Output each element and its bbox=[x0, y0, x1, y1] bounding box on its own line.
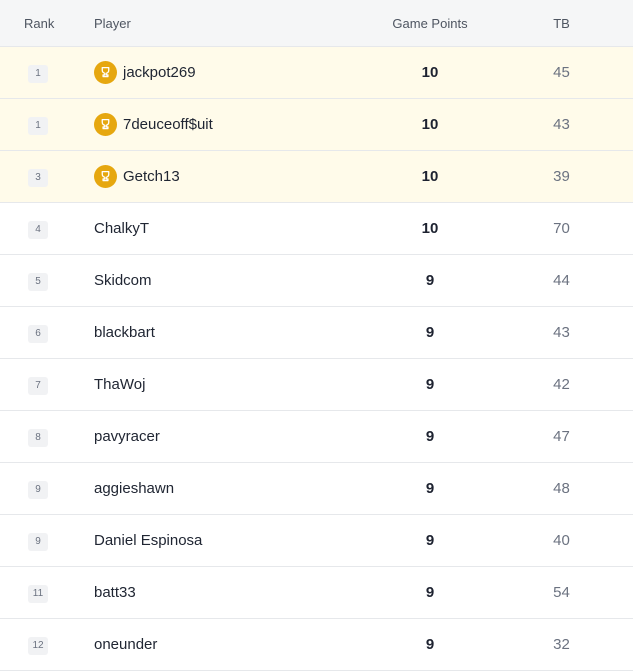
player-name[interactable]: blackbart bbox=[94, 324, 155, 341]
rank-badge: 5 bbox=[28, 272, 48, 291]
tb-cell: 44 bbox=[553, 272, 570, 289]
table-row[interactable]: 1 7deuceoff$uit 10 43 bbox=[0, 99, 633, 151]
player-name[interactable]: jackpot269 bbox=[123, 64, 196, 81]
player-name[interactable]: ChalkyT bbox=[94, 220, 149, 237]
game-points-cell: 9 bbox=[425, 584, 435, 601]
table-row[interactable]: 9 aggieshawn 9 48 bbox=[0, 463, 633, 515]
rank-badge: 1 bbox=[28, 116, 48, 135]
table-row[interactable]: 6 blackbart 9 43 bbox=[0, 307, 633, 359]
table-row[interactable]: 4 ChalkyT 10 70 bbox=[0, 203, 633, 255]
header-game-points[interactable]: Game Points bbox=[360, 16, 500, 31]
rank-badge: 6 bbox=[28, 324, 48, 343]
tb-cell: 43 bbox=[553, 324, 570, 341]
trophy-icon bbox=[94, 113, 117, 136]
game-points-cell: 9 bbox=[425, 532, 435, 549]
rank-badge: 9 bbox=[28, 480, 48, 499]
game-points-cell: 10 bbox=[421, 64, 439, 81]
header-rank[interactable]: Rank bbox=[0, 16, 78, 31]
rank-cell: 12 bbox=[0, 635, 78, 655]
tb-cell: 48 bbox=[553, 480, 570, 497]
rank-badge: 7 bbox=[28, 376, 48, 395]
table-row[interactable]: 11 batt33 9 54 bbox=[0, 567, 633, 619]
player-cell: pavyracer bbox=[78, 428, 360, 445]
table-header: Rank Player Game Points TB bbox=[0, 0, 633, 47]
table-body: 1 jackpot269 10 45 1 7deuceoff$uit 10 43 3 Getch1… bbox=[0, 47, 633, 671]
game-points-cell: 9 bbox=[425, 480, 435, 497]
header-tb[interactable]: TB bbox=[500, 16, 633, 31]
player-cell: blackbart bbox=[78, 324, 360, 341]
player-cell: ThaWoj bbox=[78, 376, 360, 393]
rank-cell: 5 bbox=[0, 271, 78, 291]
rank-badge: 12 bbox=[28, 636, 48, 655]
tb-cell: 40 bbox=[553, 532, 570, 549]
leaderboard-table: Rank Player Game Points TB 1 jackpot269 10… bbox=[0, 0, 633, 671]
trophy-icon bbox=[94, 165, 117, 188]
player-name[interactable]: Getch13 bbox=[123, 168, 180, 185]
player-cell: oneunder bbox=[78, 636, 360, 653]
tb-cell: 45 bbox=[553, 64, 570, 81]
rank-cell: 9 bbox=[0, 531, 78, 551]
player-name[interactable]: Daniel Espinosa bbox=[94, 532, 202, 549]
rank-cell: 3 bbox=[0, 167, 78, 187]
table-row[interactable]: 7 ThaWoj 9 42 bbox=[0, 359, 633, 411]
game-points-cell: 10 bbox=[421, 168, 439, 185]
game-points-cell: 9 bbox=[425, 376, 435, 393]
rank-badge: 9 bbox=[28, 532, 48, 551]
game-points-cell: 9 bbox=[425, 428, 435, 445]
game-points-cell: 10 bbox=[421, 116, 439, 133]
tb-cell: 42 bbox=[553, 376, 570, 393]
player-cell: aggieshawn bbox=[78, 480, 360, 497]
tb-cell: 39 bbox=[553, 168, 570, 185]
tb-cell: 32 bbox=[553, 636, 570, 653]
rank-cell: 7 bbox=[0, 375, 78, 395]
tb-cell: 43 bbox=[553, 116, 570, 133]
rank-badge: 4 bbox=[28, 220, 48, 239]
game-points-cell: 10 bbox=[421, 220, 439, 237]
player-name[interactable]: pavyracer bbox=[94, 428, 160, 445]
table-row[interactable]: 9 Daniel Espinosa 9 40 bbox=[0, 515, 633, 567]
rank-cell: 6 bbox=[0, 323, 78, 343]
rank-badge: 3 bbox=[28, 168, 48, 187]
tb-cell: 70 bbox=[553, 220, 570, 237]
rank-cell: 4 bbox=[0, 219, 78, 239]
rank-cell: 8 bbox=[0, 427, 78, 447]
table-row[interactable]: 8 pavyracer 9 47 bbox=[0, 411, 633, 463]
game-points-cell: 9 bbox=[425, 272, 435, 289]
tb-cell: 47 bbox=[553, 428, 570, 445]
player-cell: Skidcom bbox=[78, 272, 360, 289]
table-row[interactable]: 1 jackpot269 10 45 bbox=[0, 47, 633, 99]
player-cell: Getch13 bbox=[78, 165, 360, 188]
player-name[interactable]: oneunder bbox=[94, 636, 157, 653]
table-row[interactable]: 3 Getch13 10 39 bbox=[0, 151, 633, 203]
trophy-icon bbox=[94, 61, 117, 84]
game-points-cell: 9 bbox=[425, 636, 435, 653]
rank-cell: 1 bbox=[0, 115, 78, 135]
player-cell: jackpot269 bbox=[78, 61, 360, 84]
player-name[interactable]: aggieshawn bbox=[94, 480, 174, 497]
player-cell: ChalkyT bbox=[78, 220, 360, 237]
rank-badge: 1 bbox=[28, 64, 48, 83]
rank-badge: 11 bbox=[28, 584, 48, 603]
player-cell: Daniel Espinosa bbox=[78, 532, 360, 549]
rank-cell: 1 bbox=[0, 63, 78, 83]
table-row[interactable]: 12 oneunder 9 32 bbox=[0, 619, 633, 671]
player-name[interactable]: 7deuceoff$uit bbox=[123, 116, 213, 133]
game-points-cell: 9 bbox=[425, 324, 435, 341]
player-cell: 7deuceoff$uit bbox=[78, 113, 360, 136]
player-name[interactable]: batt33 bbox=[94, 584, 136, 601]
player-name[interactable]: Skidcom bbox=[94, 272, 152, 289]
rank-badge: 8 bbox=[28, 428, 48, 447]
rank-cell: 9 bbox=[0, 479, 78, 499]
player-cell: batt33 bbox=[78, 584, 360, 601]
table-row[interactable]: 5 Skidcom 9 44 bbox=[0, 255, 633, 307]
player-name[interactable]: ThaWoj bbox=[94, 376, 145, 393]
rank-cell: 11 bbox=[0, 583, 78, 603]
header-player[interactable]: Player bbox=[78, 16, 360, 31]
tb-cell: 54 bbox=[553, 584, 570, 601]
